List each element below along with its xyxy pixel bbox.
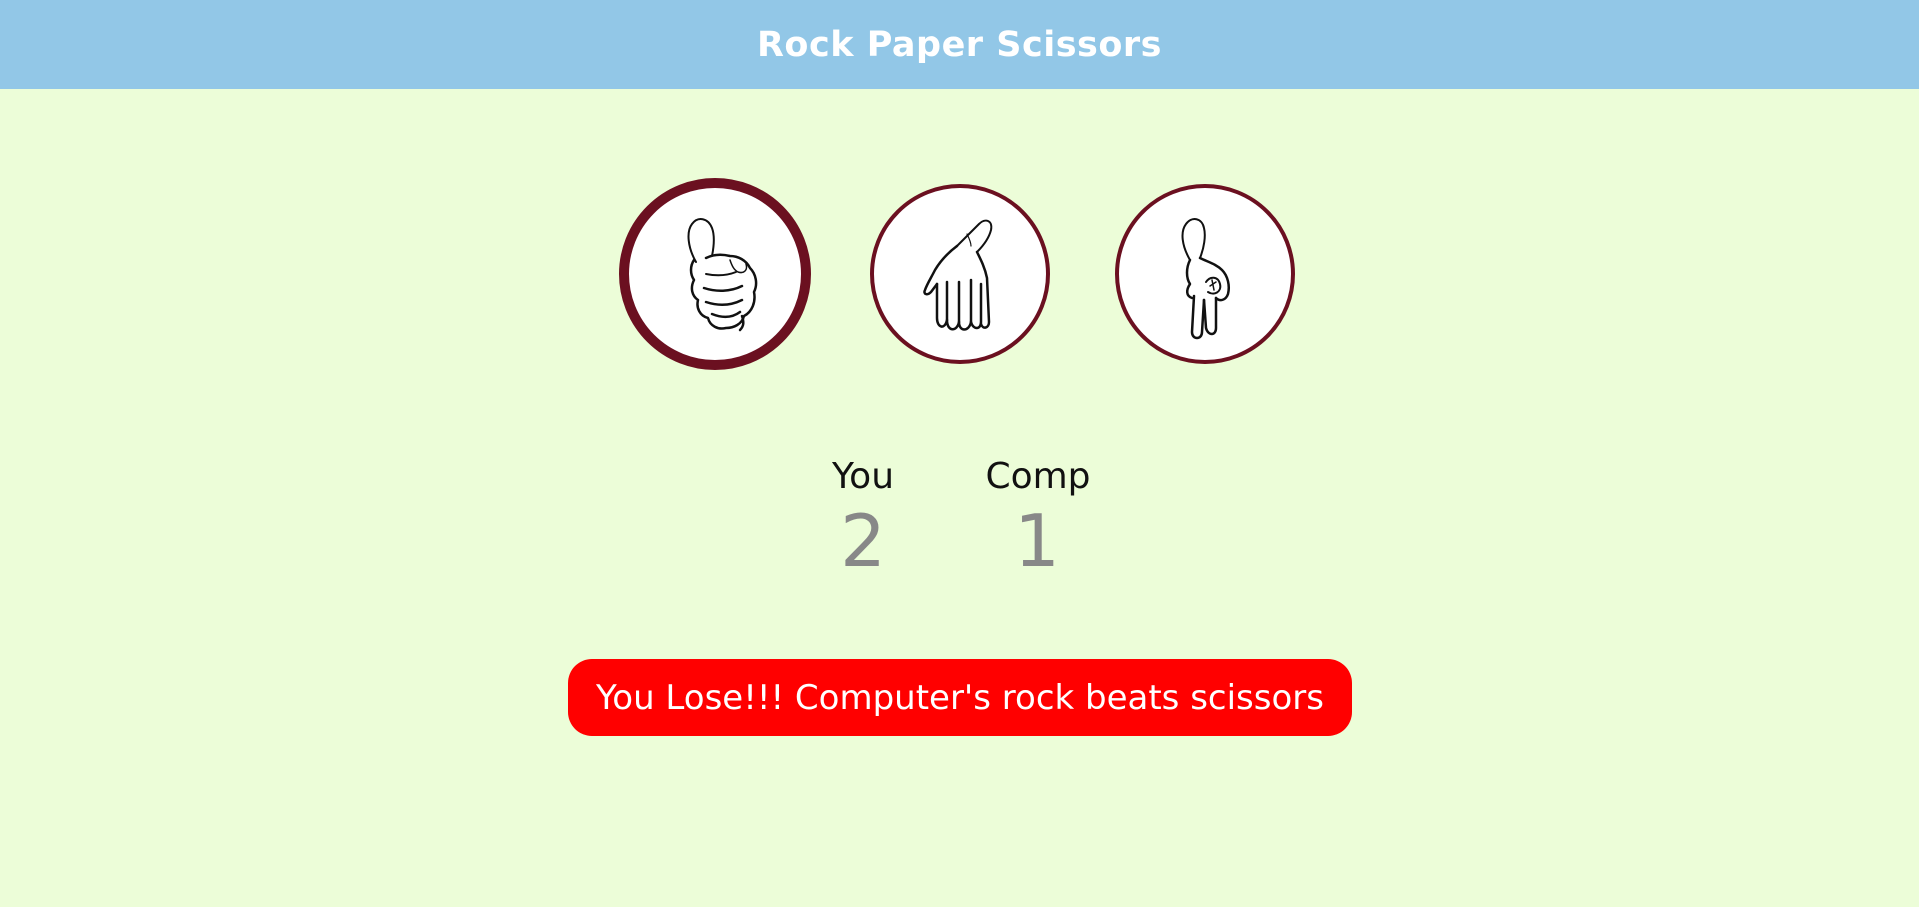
paper-choice-button[interactable] [870,184,1050,364]
scissors-hand-icon [1181,218,1230,340]
user-score-value: 2 [840,499,886,583]
app-title: Rock Paper Scissors [756,24,1163,65]
paper-hand-icon [923,219,993,331]
result-banner: You Lose!!! Computer's rock beats scisso… [568,659,1352,736]
result-message: You Lose!!! Computer's rock beats scisso… [596,677,1324,718]
scissors-choice-button[interactable] [1115,184,1295,364]
user-score-label: You [831,456,895,497]
comp-score-label: Comp [985,456,1091,497]
app-header: Rock Paper Scissors [0,0,1919,89]
comp-score-value: 1 [1014,499,1060,583]
rock-hand-icon [687,218,758,332]
rock-choice-button[interactable] [619,178,811,370]
